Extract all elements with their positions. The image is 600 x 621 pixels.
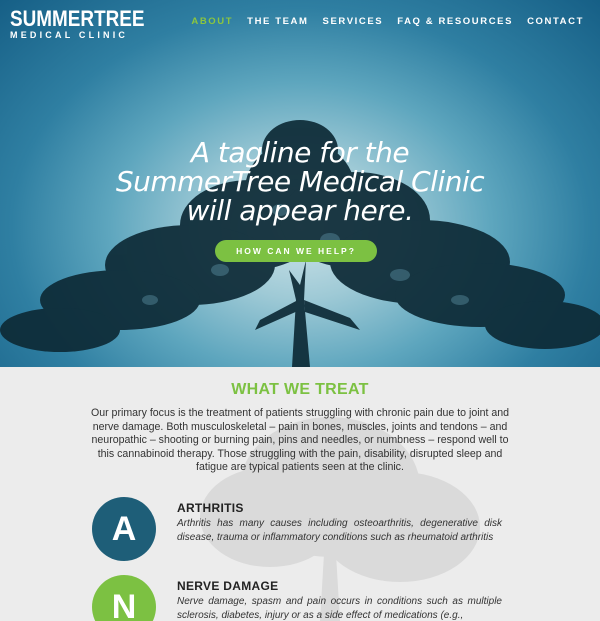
- intro-paragraph: Our primary focus is the treatment of pa…: [90, 407, 510, 474]
- nav-item-faq-resources[interactable]: FAQ & RESOURCES: [397, 16, 513, 27]
- section-heading: WHAT WE TREAT: [231, 381, 369, 398]
- treatment-title: ARTHRITIS: [177, 501, 244, 515]
- treatment-description: Nerve damage, spasm and pain occurs in c…: [177, 596, 502, 621]
- logo-wordmark: SUMMERTREE: [10, 6, 145, 31]
- logo-subtitle: MEDICAL CLINIC: [10, 30, 129, 40]
- treatment-title: NERVE DAMAGE: [177, 579, 279, 593]
- letter-badge: N: [92, 575, 156, 621]
- tagline-line: A tagline for the: [190, 136, 410, 169]
- hero-section: SUMMERTREE MEDICAL CLINIC ABOUT THE TEAM…: [0, 0, 600, 367]
- main-nav: ABOUT THE TEAM SERVICES FAQ & RESOURCES …: [191, 16, 584, 27]
- letter-badge: A: [92, 497, 156, 561]
- nav-item-the-team[interactable]: THE TEAM: [247, 16, 308, 27]
- how-can-we-help-button[interactable]: HOW CAN WE HELP?: [215, 240, 377, 262]
- tagline-line: will appear here.: [186, 194, 414, 227]
- hero-tagline: A tagline for the SummerTree Medical Cli…: [0, 138, 600, 225]
- site-logo[interactable]: SUMMERTREE MEDICAL CLINIC: [10, 8, 166, 41]
- treatment-item-nerve-damage: N NERVE DAMAGE Nerve damage, spasm and p…: [92, 575, 504, 621]
- nav-item-contact[interactable]: CONTACT: [527, 16, 584, 27]
- treatment-item-arthritis: A ARTHRITIS Arthritis has many causes in…: [92, 497, 504, 567]
- tagline-line: SummerTree Medical Clinic: [115, 165, 485, 198]
- treatment-description: Arthritis has many causes including oste…: [177, 518, 502, 543]
- nav-item-about[interactable]: ABOUT: [191, 16, 233, 27]
- what-we-treat-section: WHAT WE TREAT Our primary focus is the t…: [0, 367, 600, 621]
- nav-item-services[interactable]: SERVICES: [323, 16, 384, 27]
